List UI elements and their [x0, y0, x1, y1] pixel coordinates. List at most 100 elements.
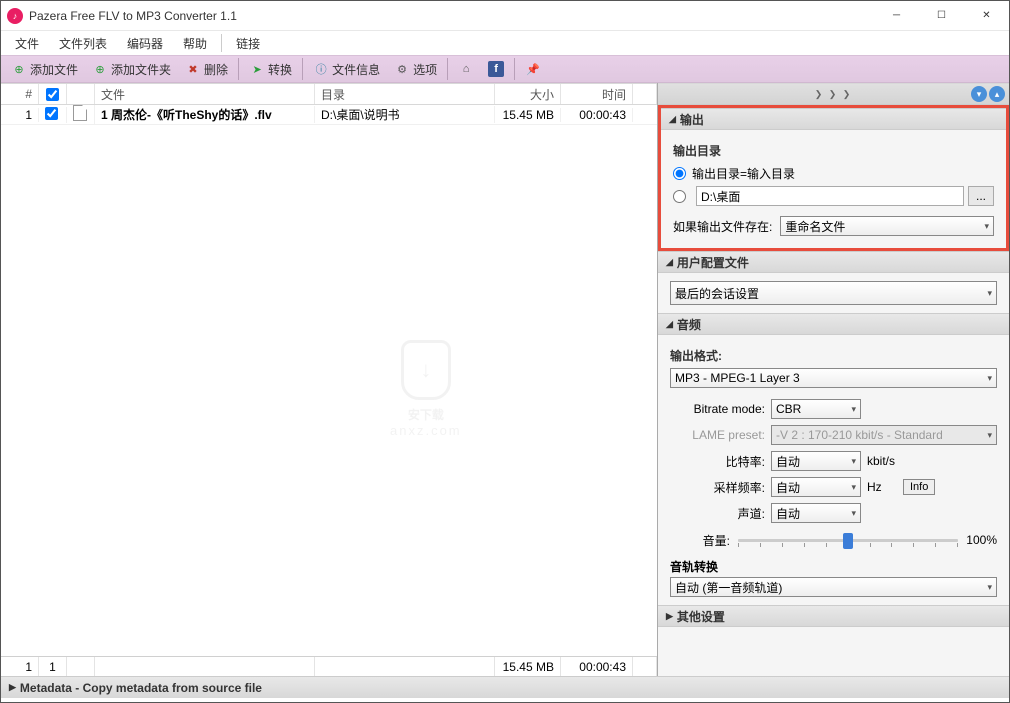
menu-filelist[interactable]: 文件列表	[49, 32, 117, 55]
add-folder-button[interactable]: ⊕添加文件夹	[86, 59, 177, 80]
maximize-button[interactable]: ☐	[919, 1, 964, 31]
footer-count1: 1	[1, 657, 39, 676]
minimize-button[interactable]: ─	[874, 1, 919, 31]
browse-button[interactable]: ...	[968, 186, 994, 206]
expand-all-icon[interactable]: ▴	[989, 86, 1005, 102]
info-icon: ⓘ	[313, 61, 329, 77]
row-dir: D:\桌面\说明书	[315, 106, 495, 123]
format-value: MP3 - MPEG-1 Layer 3	[675, 371, 800, 385]
col-check[interactable]	[39, 84, 67, 104]
lame-preset-value: -V 2 : 170-210 kbit/s - Standard	[776, 428, 943, 442]
channel-combo[interactable]: 自动	[771, 503, 861, 523]
slider-thumb[interactable]	[843, 533, 853, 549]
output-same-label: 输出目录=输入目录	[692, 165, 795, 182]
output-path-radio[interactable]	[673, 190, 686, 203]
profile-combo[interactable]: 最后的会话设置	[670, 281, 997, 305]
facebook-button[interactable]: f	[482, 59, 510, 79]
home-button[interactable]: ⌂	[452, 59, 480, 79]
menu-file[interactable]: 文件	[5, 32, 49, 55]
select-all-checkbox[interactable]	[46, 88, 59, 101]
info-button[interactable]: Info	[903, 479, 935, 495]
pin-icon: 📌	[525, 61, 541, 77]
channel-label: 声道:	[670, 505, 765, 522]
section-audio-header[interactable]: ◢ 音频	[658, 313, 1009, 335]
footer-size: 15.45 MB	[495, 657, 561, 676]
sample-label: 采样频率:	[670, 479, 765, 496]
add-folder-label: 添加文件夹	[111, 61, 171, 78]
grid-body[interactable]: 1 1 周杰伦-《听TheShy的话》.flv D:\桌面\说明书 15.45 …	[1, 105, 657, 656]
file-icon	[73, 105, 87, 121]
triangle-down-icon: ◢	[666, 257, 673, 268]
file-list-pane: # 文件 目录 大小 时间 1 1 周杰伦-《听TheShy的话》.flv D:…	[1, 83, 658, 676]
add-file-button[interactable]: ⊕添加文件	[5, 59, 84, 80]
footer-time: 00:00:43	[561, 657, 633, 676]
section-profile-header[interactable]: ◢ 用户配置文件	[658, 251, 1009, 273]
table-row[interactable]: 1 1 周杰伦-《听TheShy的话》.flv D:\桌面\说明书 15.45 …	[1, 105, 657, 125]
col-time[interactable]: 时间	[561, 84, 633, 104]
file-info-label: 文件信息	[332, 61, 380, 78]
row-check	[39, 107, 67, 123]
toolbar-separator	[447, 58, 448, 80]
options-label: 选项	[413, 61, 437, 78]
file-info-button[interactable]: ⓘ文件信息	[307, 59, 386, 80]
sample-combo[interactable]: 自动	[771, 477, 861, 497]
section-output-header[interactable]: ◢输出	[661, 108, 1006, 130]
menubar: 文件 文件列表 编码器 帮助 链接	[1, 31, 1009, 55]
add-file-label: 添加文件	[30, 61, 78, 78]
footer-count2: 1	[39, 657, 67, 676]
section-other-header[interactable]: ▶其他设置	[658, 605, 1009, 627]
col-number[interactable]: #	[1, 84, 39, 104]
window-title: Pazera Free FLV to MP3 Converter 1.1	[29, 9, 874, 23]
delete-icon: ✖	[185, 61, 201, 77]
menu-editor[interactable]: 编码器	[117, 32, 173, 55]
convert-button[interactable]: ➤转换	[243, 59, 298, 80]
output-path-input[interactable]	[696, 186, 964, 206]
bitrate-combo[interactable]: 自动	[771, 451, 861, 471]
menu-help[interactable]: 帮助	[173, 32, 217, 55]
volume-slider[interactable]	[738, 530, 958, 550]
settings-header[interactable]: ❯ ❯ ❯ ▾ ▴	[658, 83, 1009, 105]
track-value: 自动 (第一音频轨道)	[675, 579, 782, 596]
delete-button[interactable]: ✖删除	[179, 59, 234, 80]
app-icon: ♪	[7, 8, 23, 24]
sample-unit: Hz	[867, 480, 897, 494]
pin-button[interactable]: 📌	[519, 59, 547, 79]
bitrate-mode-label: Bitrate mode:	[670, 402, 765, 416]
col-file[interactable]: 文件	[95, 84, 315, 104]
format-label: 输出格式:	[670, 343, 997, 368]
row-checkbox[interactable]	[45, 107, 58, 120]
metadata-label: Metadata - Copy metadata from source fil…	[20, 681, 262, 695]
track-combo[interactable]: 自动 (第一音频轨道)	[670, 577, 997, 597]
bitrate-mode-combo[interactable]: CBR	[771, 399, 861, 419]
output-dir-label: 输出目录	[673, 138, 994, 163]
triangle-down-icon: ◢	[666, 319, 673, 330]
metadata-bar[interactable]: ▶ Metadata - Copy metadata from source f…	[1, 676, 1009, 698]
if-exists-value: 重命名文件	[785, 218, 845, 235]
menu-link[interactable]: 链接	[226, 32, 270, 55]
convert-label: 转换	[268, 61, 292, 78]
lame-preset-label: LAME preset:	[670, 428, 765, 442]
gear-icon: ⚙	[394, 61, 410, 77]
menu-separator	[221, 34, 222, 52]
row-number: 1	[1, 108, 39, 122]
if-exists-combo[interactable]: 重命名文件	[780, 216, 994, 236]
delete-label: 删除	[204, 61, 228, 78]
output-same-radio[interactable]	[673, 167, 686, 180]
col-dir[interactable]: 目录	[315, 84, 495, 104]
format-combo[interactable]: MP3 - MPEG-1 Layer 3	[670, 368, 997, 388]
section-other-title: 其他设置	[677, 608, 725, 625]
section-output-title: 输出	[680, 111, 704, 128]
close-button[interactable]: ✕	[964, 1, 1009, 31]
home-icon: ⌂	[458, 61, 474, 77]
row-filename: 1 周杰伦-《听TheShy的话》.flv	[95, 106, 315, 123]
col-fill	[633, 84, 657, 104]
section-profile-title: 用户配置文件	[677, 254, 749, 271]
toolbar: ⊕添加文件 ⊕添加文件夹 ✖删除 ➤转换 ⓘ文件信息 ⚙选项 ⌂ f 📌	[1, 55, 1009, 83]
options-button[interactable]: ⚙选项	[388, 59, 443, 80]
collapse-all-icon[interactable]: ▾	[971, 86, 987, 102]
bitrate-label: 比特率:	[670, 453, 765, 470]
lame-preset-combo: -V 2 : 170-210 kbit/s - Standard	[771, 425, 997, 445]
convert-icon: ➤	[249, 61, 265, 77]
col-size[interactable]: 大小	[495, 84, 561, 104]
section-audio-title: 音频	[677, 316, 701, 333]
